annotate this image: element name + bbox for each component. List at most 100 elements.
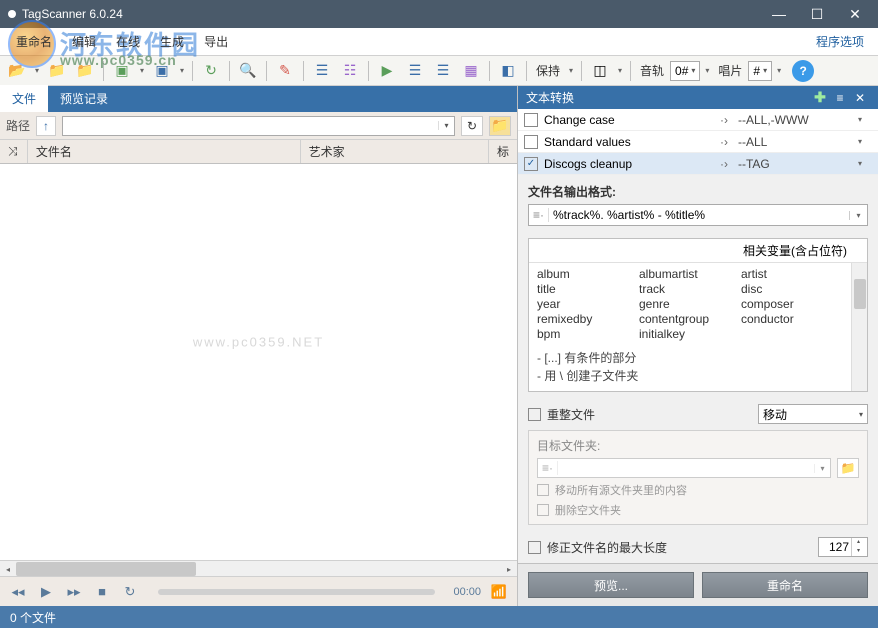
transform-dropdown[interactable]: ▾ <box>858 159 872 168</box>
format-input[interactable]: ≡· %track%. %artist% - %title% ▾ <box>528 204 868 226</box>
reload-button[interactable]: ↻ <box>461 116 483 136</box>
col-shuffle[interactable]: ⤨ <box>0 140 28 163</box>
menu-edit[interactable]: 编辑 <box>62 29 106 54</box>
player-play-button[interactable]: ▶ <box>36 582 56 602</box>
minimize-button[interactable]: — <box>760 2 798 26</box>
keep-dropdown[interactable]: ▾ <box>566 59 576 83</box>
transform-menu-button[interactable]: ≡ <box>830 91 850 105</box>
tool6-button[interactable]: ◫ <box>587 59 613 83</box>
browse-target-button[interactable]: 📁 <box>837 458 859 478</box>
arrow-icon: ·› <box>720 135 738 149</box>
transform-row[interactable]: ✓ Discogs cleanup ·› --TAG ▾ <box>518 153 878 175</box>
tool3-button[interactable]: ☷ <box>337 59 363 83</box>
transform-dropdown[interactable]: ▾ <box>858 137 872 146</box>
transform-close-button[interactable]: ✕ <box>850 91 870 105</box>
file-list[interactable]: www.pc0359.NET <box>0 164 517 560</box>
path-input[interactable]: ▾ <box>62 116 455 136</box>
var-item[interactable]: track <box>639 282 741 296</box>
var-item[interactable]: year <box>537 297 639 311</box>
tool5-button[interactable]: ◧ <box>495 59 521 83</box>
var-item[interactable]: artist <box>741 267 843 281</box>
menu-bar: 河东软件园 www.pc0359.cn 重命名 编辑 在线 生成 导出 程序选项 <box>0 28 878 56</box>
var-item[interactable]: initialkey <box>639 327 741 341</box>
tab-preview[interactable]: 预览记录 <box>48 85 120 112</box>
save-button[interactable]: ▣ <box>149 59 175 83</box>
add-files-button[interactable]: 📁 <box>44 59 70 83</box>
max-length-checkbox[interactable] <box>528 541 541 554</box>
delete-empty-checkbox[interactable] <box>537 504 549 516</box>
var-item[interactable]: disc <box>741 282 843 296</box>
player-volume-button[interactable]: 📶 <box>489 582 509 602</box>
player-stop-button[interactable]: ■ <box>92 582 112 602</box>
var-item[interactable]: title <box>537 282 639 296</box>
program-options-link[interactable]: 程序选项 <box>808 29 872 54</box>
max-length-spinner[interactable]: ▴▾ <box>818 537 868 557</box>
transform-checkbox[interactable] <box>524 113 538 127</box>
transform-row[interactable]: Change case ·› --ALL,-WWW ▾ <box>518 109 878 131</box>
player-repeat-button[interactable]: ↻ <box>120 582 140 602</box>
variables-scrollbar[interactable] <box>851 263 867 391</box>
reorganize-checkbox[interactable] <box>528 408 541 421</box>
open-folder-button[interactable]: 📂 <box>4 59 30 83</box>
transform-checkbox[interactable]: ✓ <box>524 157 538 171</box>
tool4-button[interactable]: ▦ <box>458 59 484 83</box>
menu-generate[interactable]: 生成 <box>150 29 194 54</box>
col-title[interactable]: 标 <box>489 140 517 163</box>
horizontal-scrollbar[interactable]: ◂▸ <box>0 560 517 576</box>
var-item[interactable]: contentgroup <box>639 312 741 326</box>
target-folder-combo[interactable]: ≡·▾ <box>537 458 831 478</box>
max-length-input[interactable] <box>819 540 851 554</box>
var-item[interactable]: album <box>537 267 639 281</box>
add-folder-button[interactable]: 📁 <box>72 59 98 83</box>
format-prefix-icon: ≡· <box>529 208 549 222</box>
col-artist[interactable]: 艺术家 <box>301 140 489 163</box>
save-dropdown[interactable]: ▾ <box>177 59 187 83</box>
open-folder-dropdown[interactable]: ▾ <box>32 59 42 83</box>
var-item[interactable]: genre <box>639 297 741 311</box>
reorganize-mode-combo[interactable]: 移动▾ <box>758 404 868 424</box>
track-extra[interactable]: ▾ <box>702 59 712 83</box>
transform-checkbox[interactable] <box>524 135 538 149</box>
find-button[interactable]: 🔍 <box>235 59 261 83</box>
var-item[interactable]: conductor <box>741 312 843 326</box>
transform-dropdown[interactable]: ▾ <box>858 115 872 124</box>
path-label: 路径 <box>6 117 30 134</box>
player-next-button[interactable]: ▸▸ <box>64 582 84 602</box>
format-dropdown[interactable]: ▾ <box>849 211 867 220</box>
tool1-button[interactable]: ✎ <box>272 59 298 83</box>
var-item[interactable]: bpm <box>537 327 639 341</box>
menu-rename[interactable]: 重命名 <box>6 29 62 54</box>
new-button[interactable]: ▣ <box>109 59 135 83</box>
player-seek-bar[interactable] <box>158 589 435 595</box>
help-button[interactable]: ? <box>792 60 814 82</box>
tool6-dropdown[interactable]: ▾ <box>615 59 625 83</box>
transform-row[interactable]: Standard values ·› --ALL ▾ <box>518 131 878 153</box>
tab-file[interactable]: 文件 <box>0 85 48 112</box>
track-combo[interactable]: 0#▾ <box>670 61 700 81</box>
variables-notes: - [...] 有条件的部分 - 用 \ 创建子文件夹 <box>529 349 851 391</box>
refresh-button[interactable]: ↻ <box>198 59 224 83</box>
close-button[interactable]: ✕ <box>836 2 874 26</box>
disc-combo[interactable]: #▾ <box>748 61 772 81</box>
new-dropdown[interactable]: ▾ <box>137 59 147 83</box>
player-prev-button[interactable]: ◂◂ <box>8 582 28 602</box>
play-button[interactable]: ▶ <box>374 59 400 83</box>
go-up-button[interactable]: ↑ <box>36 116 56 136</box>
disc-extra[interactable]: ▾ <box>774 59 784 83</box>
var-item[interactable]: remixedby <box>537 312 639 326</box>
preview-button[interactable]: 预览... <box>528 572 694 598</box>
transform-add-button[interactable]: ✚ <box>810 89 830 106</box>
var-item[interactable]: composer <box>741 297 843 311</box>
tool2-button[interactable]: ☰ <box>309 59 335 83</box>
list1-button[interactable]: ☰ <box>402 59 428 83</box>
move-contents-checkbox[interactable] <box>537 484 549 496</box>
menu-online[interactable]: 在线 <box>106 29 150 54</box>
col-filename[interactable]: 文件名 <box>28 140 301 163</box>
menu-export[interactable]: 导出 <box>194 29 238 54</box>
list2-button[interactable]: ☰ <box>430 59 456 83</box>
browse-button[interactable]: 📁 <box>489 116 511 136</box>
title-bar: TagScanner 6.0.24 — ☐ ✕ <box>0 0 878 28</box>
var-item[interactable]: albumartist <box>639 267 741 281</box>
maximize-button[interactable]: ☐ <box>798 2 836 26</box>
rename-button[interactable]: 重命名 <box>702 572 868 598</box>
